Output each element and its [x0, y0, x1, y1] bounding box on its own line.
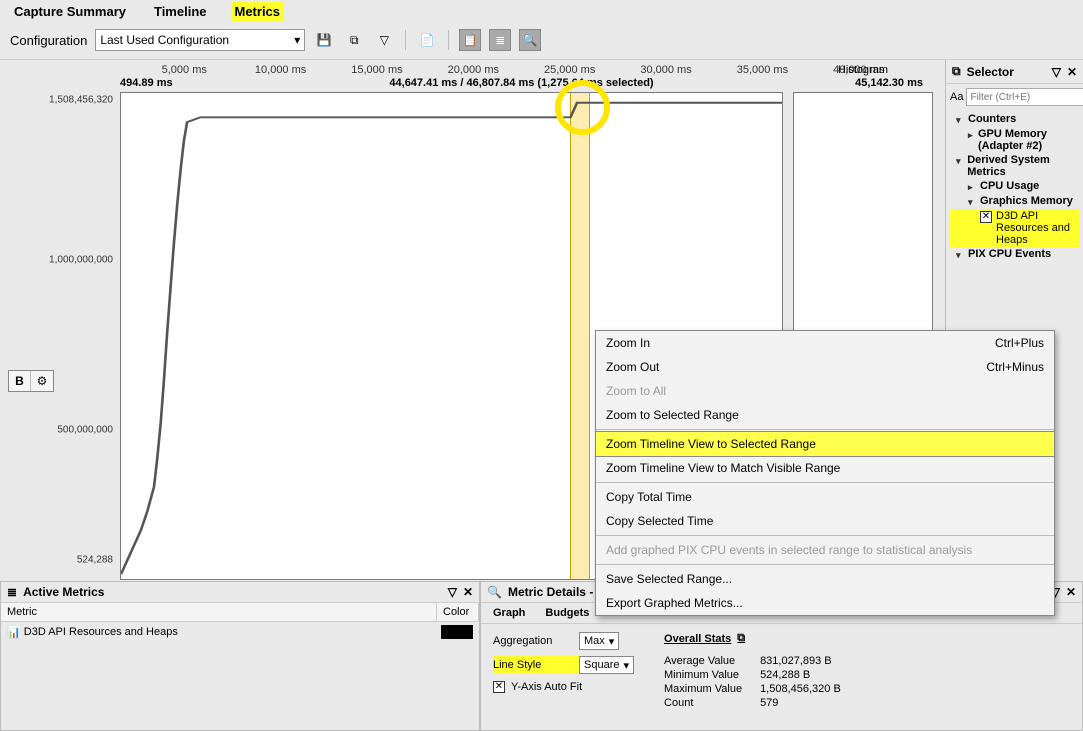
- overall-stats-label: Overall Stats: [664, 633, 731, 645]
- tab-budgets[interactable]: Budgets: [545, 607, 589, 619]
- x-axis-ticks: 5,000 ms 10,000 ms 15,000 ms 20,000 ms 2…: [120, 64, 923, 76]
- line-style-label: Line Style: [493, 659, 573, 671]
- y-tick: 1,508,456,320: [18, 95, 113, 106]
- range-center: 44,647.41 ms / 46,807.84 ms (1,275.64 ms…: [389, 77, 653, 89]
- range-right: 45,142.30 ms: [855, 77, 923, 91]
- tab-graph[interactable]: Graph: [493, 607, 525, 619]
- search-icon: 🔍: [487, 585, 502, 599]
- divider: [448, 30, 449, 50]
- stat-value: 579: [760, 697, 841, 709]
- list-icon: ≣: [7, 585, 17, 599]
- y-tick: 524,288: [18, 555, 113, 566]
- tree-cpu-usage[interactable]: ▸CPU Usage: [950, 179, 1079, 194]
- color-swatch[interactable]: [441, 625, 473, 639]
- stat-label: Minimum Value: [664, 669, 742, 681]
- menu-copy-total[interactable]: Copy Total Time: [596, 485, 1054, 509]
- menu-zoom-timeline-selected[interactable]: Zoom Timeline View to Selected Range: [596, 432, 1054, 456]
- aggregation-label: Aggregation: [493, 635, 573, 647]
- chevron-down-icon: ▾: [294, 33, 300, 47]
- search-icon[interactable]: 🔍: [519, 29, 541, 51]
- close-icon[interactable]: ✕: [1067, 65, 1077, 79]
- bold-button[interactable]: B: [9, 371, 31, 391]
- y-tick: 500,000,000: [18, 425, 113, 436]
- active-metrics-title: Active Metrics: [23, 585, 104, 599]
- tree-pix-cpu-events[interactable]: ▾PIX CPU Events: [950, 247, 1079, 262]
- chevron-down-icon: ▾: [609, 635, 615, 648]
- menu-zoom-timeline-visible[interactable]: Zoom Timeline View to Match Visible Rang…: [596, 456, 1054, 480]
- row-label: D3D API Resources and Heaps: [24, 626, 178, 638]
- checkbox-icon[interactable]: [980, 211, 992, 223]
- stat-label: Maximum Value: [664, 683, 742, 695]
- tree-gpu-memory[interactable]: ▸GPU Memory (Adapter #2): [950, 127, 1079, 153]
- menu-zoom-out[interactable]: Zoom OutCtrl+Minus: [596, 355, 1054, 379]
- yaxis-autofit-label: Y-Axis Auto Fit: [511, 681, 582, 693]
- selector-title: Selector: [967, 65, 1014, 79]
- stat-label: Count: [664, 697, 742, 709]
- configuration-value: Last Used Configuration: [100, 33, 229, 47]
- chart-icon: 📊: [7, 626, 21, 639]
- dropdown-icon[interactable]: ▽: [1052, 65, 1061, 79]
- y-tick: 1,000,000,000: [18, 255, 113, 266]
- gear-icon[interactable]: ⚙: [31, 371, 53, 391]
- table-row[interactable]: 📊 D3D API Resources and Heaps: [1, 622, 479, 642]
- list-icon[interactable]: ≣: [489, 29, 511, 51]
- line-style-dropdown[interactable]: Square▾: [579, 656, 634, 674]
- filter-prefix: Aa: [950, 91, 963, 103]
- tree-d3d-api[interactable]: D3D API Resources and Heaps: [950, 209, 1079, 247]
- menu-export-metrics[interactable]: Export Graphed Metrics...: [596, 591, 1054, 615]
- menu-zoom-selected[interactable]: Zoom to Selected Range: [596, 403, 1054, 427]
- divider: [405, 30, 406, 50]
- active-metrics-panel: ≣ Active Metrics ▽ ✕ Metric Color 📊 D3D …: [0, 581, 480, 731]
- tab-metrics[interactable]: Metrics: [231, 2, 285, 21]
- range-left: 494.89 ms: [120, 77, 173, 91]
- histogram-label: Histogram: [838, 64, 888, 76]
- aggregation-dropdown[interactable]: Max▾: [579, 632, 619, 650]
- yaxis-autofit-checkbox[interactable]: [493, 681, 505, 693]
- menu-zoom-all: Zoom to All: [596, 379, 1054, 403]
- tab-capture-summary[interactable]: Capture Summary: [10, 2, 130, 21]
- clipboard-icon[interactable]: 📋: [459, 29, 481, 51]
- stat-value: 1,508,456,320 B: [760, 683, 841, 695]
- filter-icon: ⧉: [952, 64, 961, 79]
- close-icon[interactable]: ✕: [1066, 585, 1076, 599]
- chevron-down-icon: ▾: [623, 659, 629, 672]
- dropdown-icon[interactable]: ▽: [373, 29, 395, 51]
- close-icon[interactable]: ✕: [463, 585, 473, 599]
- dropdown-icon[interactable]: ▽: [448, 585, 457, 599]
- copy-icon[interactable]: ⧉: [737, 632, 745, 645]
- save-icon[interactable]: 💾: [313, 29, 335, 51]
- stat-value: 831,027,893 B: [760, 655, 841, 667]
- range-labels: 494.89 ms 44,647.41 ms / 46,807.84 ms (1…: [120, 77, 923, 91]
- tree-derived-metrics[interactable]: ▾Derived System Metrics: [950, 153, 1079, 179]
- notes-icon[interactable]: 📄: [416, 29, 438, 51]
- menu-save-range[interactable]: Save Selected Range...: [596, 567, 1054, 591]
- menu-zoom-in[interactable]: Zoom InCtrl+Plus: [596, 331, 1054, 355]
- col-color[interactable]: Color: [437, 603, 479, 621]
- stat-label: Average Value: [664, 655, 742, 667]
- col-metric[interactable]: Metric: [1, 603, 437, 621]
- stat-value: 524,288 B: [760, 669, 841, 681]
- menu-copy-selected[interactable]: Copy Selected Time: [596, 509, 1054, 533]
- configuration-dropdown[interactable]: Last Used Configuration ▾: [95, 29, 305, 51]
- save-as-icon[interactable]: ⧉: [343, 29, 365, 51]
- tree-graphics-memory[interactable]: ▾Graphics Memory: [950, 194, 1079, 209]
- tab-timeline[interactable]: Timeline: [150, 2, 211, 21]
- filter-input[interactable]: [966, 88, 1083, 106]
- configuration-label: Configuration: [10, 33, 87, 48]
- context-menu: Zoom InCtrl+Plus Zoom OutCtrl+Minus Zoom…: [595, 330, 1055, 616]
- tree-counters[interactable]: ▾Counters: [950, 112, 1079, 127]
- menu-add-graphed: Add graphed PIX CPU events in selected r…: [596, 538, 1054, 562]
